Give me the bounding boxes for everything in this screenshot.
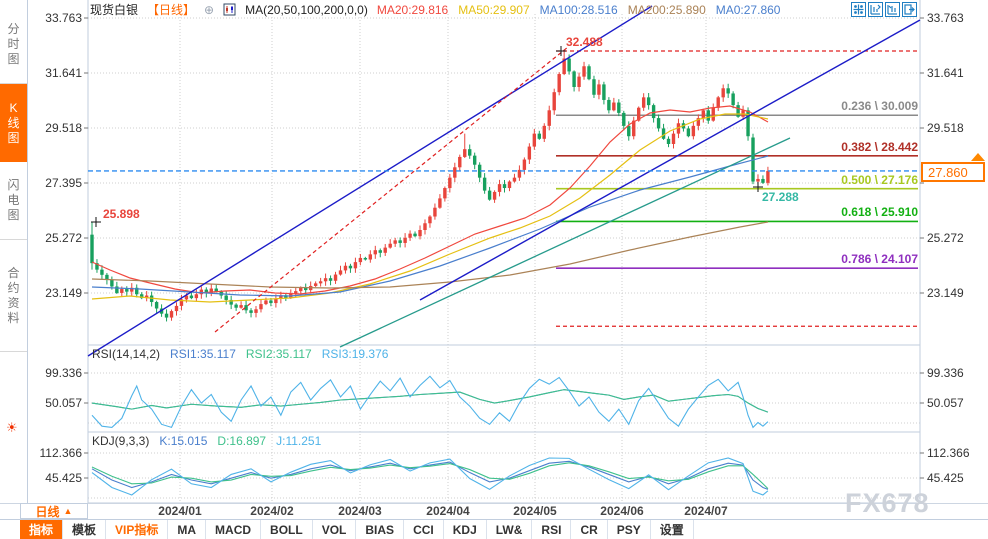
kdj-legend: K:15.015 D:16.897 J:11.251 [159,434,321,448]
chart-window-icons [851,2,917,17]
price-axis-label: 31.641 [45,66,82,80]
zoom-x-axis-icon[interactable] [885,2,900,17]
price-axis-label: 33.763 [927,11,964,25]
last-price-value: 27.860 [928,164,968,180]
toolbar-button-BIAS[interactable]: BIAS [356,520,405,539]
x-axis-month-label: 2024/01 [158,504,202,518]
toolbar-button-PSY[interactable]: PSY [608,520,651,539]
price-axis-label: 33.763 [45,11,82,25]
fib-level-label: 0.236 \ 30.009 [841,99,918,114]
toolbar-button-LW&[interactable]: LW& [487,520,533,539]
kdj-title: KDJ(9,3,3) [92,434,150,448]
ma-params-label: MA(20,50,100,200,0,0) [245,2,368,17]
price-annotation: 25.898 [103,207,140,221]
rsi-axis-label: 50.057 [45,396,82,410]
legend-value: MA200:25.890 [627,2,706,17]
axis-row-divider [0,503,988,504]
rsi-legend: RSI1:35.117 RSI2:35.117 RSI3:19.376 [170,347,388,361]
kdj-axis-label: 45.425 [927,471,964,485]
x-axis-month-label: 2024/06 [600,504,644,518]
chart-header: 现货白银 【日线】 ⊕ MA(20,50,100,200,0,0) MA20:2… [90,1,781,18]
ma20-line [91,105,769,295]
price-up-arrow-icon [971,153,985,161]
k-line [91,460,769,490]
legend-value: RSI1:35.117 [170,347,236,361]
zoom-y-axis-icon[interactable] [868,2,883,17]
period-label[interactable]: 【日线】 [147,1,195,18]
fib-level-label: 0.786 \ 24.107 [841,252,918,267]
toolbar-button-CCI[interactable]: CCI [404,520,444,539]
toolbar-button-设置[interactable]: 设置 [651,520,694,539]
kdj-panel-header: KDJ(9,3,3) K:15.015 D:16.897 J:11.251 [92,434,321,448]
price-axis-label: 27.395 [45,176,82,190]
last-price-tag: 27.860 [921,162,985,182]
kdj-axis-label: 45.425 [45,471,82,485]
price-axis-label: 25.272 [45,231,82,245]
left-axis-labels: 33.763 31.641 29.518 27.395 25.272 23.149 99.3… [0,0,86,518]
x-axis-month-label: 2024/02 [250,504,294,518]
legend-value: D:16.897 [217,434,267,448]
triangle-up-icon: ▲ [63,506,73,516]
period-selector-label: 日线 [35,504,60,519]
ma50-line [91,113,769,303]
toolbar-button-KDJ[interactable]: KDJ [444,520,487,539]
period-selector[interactable]: 日线 ▲ [20,503,88,519]
attach-icon[interactable]: ⊕ [204,3,214,17]
toolbar-button-CR[interactable]: CR [571,520,608,539]
price-axis-label: 29.518 [927,121,964,135]
fib-level-label: 0.382 \ 28.442 [841,139,918,154]
toolbar-button-VOL[interactable]: VOL [313,520,357,539]
toolbar-button-VIP指标[interactable]: VIP指标 [106,520,169,539]
x-axis-month-label: 2024/03 [338,504,382,518]
app-window: ☀ 分时图 K线图 闪电图 合约资料 33.763 31.641 29.518 27.395… [0,0,988,539]
exit-chart-icon[interactable] [902,2,917,17]
rsi-axis-label: 99.336 [45,366,82,380]
price-axis-label: 31.641 [927,66,964,80]
legend-value: RSI3:19.376 [321,347,389,361]
price-axis-label: 23.149 [45,286,82,300]
d-line [91,462,769,490]
toolbar-button-BOLL[interactable]: BOLL [261,520,313,539]
rsi-title: RSI(14,14,2) [92,347,161,361]
right-axis-labels: 33.763 31.641 29.518 25.272 23.149 99.336 50.0… [924,0,988,518]
kline-icon [223,3,236,16]
x-axis-month-label: 2024/05 [513,504,557,518]
symbol-name: 现货白银 [90,3,139,17]
legend-value: MA100:28.516 [539,2,618,17]
fib-level-label: 0.500 \ 27.176 [841,172,918,187]
fx678-watermark: FX678 [845,488,930,518]
legend-value: MA20:29.816 [376,2,449,17]
rsi3-line [91,375,769,429]
toolbar-button-MACD[interactable]: MACD [206,520,262,539]
kdj-axis-label: 112.366 [927,446,970,460]
candles-group [90,51,770,322]
rsi-panel-header: RSI(14,14,2) RSI1:35.117 RSI2:35.117 RSI3:… [92,347,388,361]
toolbar-button-指标[interactable]: 指标 [20,520,64,539]
toolbar-button-MA[interactable]: MA [168,520,207,539]
price-axis-label: 25.272 [927,231,964,245]
x-axis-month-label: 2024/04 [426,504,470,518]
legend-value: K:15.015 [159,434,208,448]
x-axis-month-label: 2024/07 [684,504,728,518]
price-axis-label: 29.518 [45,121,82,135]
legend-value: MA0:27.860 [715,2,781,17]
legend-value: MA50:29.907 [458,2,530,17]
price-annotation: 27.288 [762,190,799,204]
pan-crosshair-icon[interactable] [851,2,866,17]
legend-value: J:11.251 [276,434,322,448]
ma-legend: MA20:29.816 MA50:29.907 MA100:28.516 MA200:… [377,3,781,17]
toolbar-button-模板[interactable]: 模板 [63,520,107,539]
j-line [91,457,769,496]
toolbar-button-RSI[interactable]: RSI [532,520,572,539]
fib-level-label: 0.618 \ 25.910 [841,205,918,220]
rsi-axis-label: 50.057 [927,396,964,410]
rsi-axis-label: 99.336 [927,366,964,380]
indicator-toolbar: 指标 模板 VIP指标 MA MACD BOLL VOL BIAS CCI KDJ LW& RSI CR… [0,519,988,539]
price-axis-label: 23.149 [927,286,964,300]
legend-value: RSI2:35.117 [245,347,312,361]
kdj-axis-label: 112.366 [39,446,83,460]
price-annotation: 32.488 [566,35,603,49]
